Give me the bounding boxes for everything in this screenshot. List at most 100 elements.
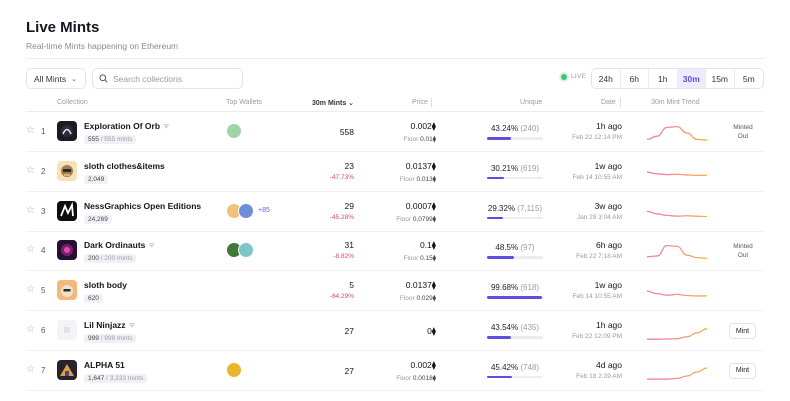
date-absolute: Feb 22 12:09 PM	[572, 333, 622, 340]
trend-sparkline	[647, 290, 707, 297]
collection-thumbnail[interactable]	[57, 320, 77, 340]
date-relative: 1w ago	[594, 160, 622, 171]
collection-thumbnail[interactable]	[57, 240, 77, 261]
rank-number: 4	[41, 246, 46, 256]
rank-number: 5	[41, 286, 46, 296]
eth-icon: ⧫	[431, 280, 436, 291]
mints-count: 558	[339, 127, 354, 137]
trend-line	[647, 245, 707, 260]
collection-name[interactable]: NessGraphics Open Editions	[84, 201, 201, 211]
mint-button[interactable]: Mint	[729, 323, 756, 339]
collection-thumbnail[interactable]	[57, 200, 77, 221]
wallets-more-count[interactable]: +85	[258, 207, 270, 214]
supply-badge: 620	[84, 294, 103, 304]
tab-24h[interactable]: 24h	[592, 69, 621, 88]
star-icon[interactable]: ☆	[26, 285, 35, 295]
row-divider	[26, 389, 764, 391]
collection-thumbnail[interactable]	[57, 160, 77, 181]
table-row[interactable]: ☆ 2 sloth clothes&items 2,049 23 -47.73% …	[0, 152, 790, 192]
time-range-tabs: 24h 6h 1h 30m 15m 5m	[591, 68, 764, 89]
mints-count: 27	[344, 365, 354, 376]
unique-progress-fill	[487, 296, 543, 299]
floor-amount: 0.01	[420, 136, 433, 143]
date-absolute: Feb 14 10:55 AM	[572, 293, 622, 301]
collection-name-wrap: ALPHA 51	[84, 360, 125, 370]
col-header-price[interactable]: Price	[412, 99, 428, 106]
tab-30m[interactable]: 30m	[677, 69, 706, 88]
table-row[interactable]: ☆ 4 Dark Ordinauts ᯤ 200 / 200 mints 31 -…	[0, 231, 790, 272]
table-row[interactable]: ☆ 5 sloth body 620 5 -64.29% 0.0137⧫ Floo…	[0, 271, 790, 312]
supply-total: / 200 mints	[100, 255, 133, 263]
star-icon[interactable]: ☆	[26, 325, 35, 335]
collection-name[interactable]: Dark Ordinauts	[84, 240, 145, 250]
col-header-mints[interactable]: 30m Mints ⌄	[312, 99, 354, 107]
unique-percent: 45.42%	[490, 362, 519, 372]
wallet-avatar[interactable]	[226, 123, 242, 139]
unique-count: (97)	[520, 243, 535, 253]
trend-line	[647, 171, 707, 176]
col-header-date[interactable]: Date	[601, 99, 616, 106]
wallet-avatar[interactable]	[238, 242, 254, 259]
date-relative: 6h ago	[596, 240, 622, 251]
mint-button[interactable]: Mint	[729, 362, 756, 379]
star-icon[interactable]: ☆	[26, 205, 35, 216]
unique-progress-fill	[487, 256, 515, 259]
star-icon[interactable]: ☆	[26, 126, 35, 136]
unique-count: (619)	[520, 163, 540, 173]
wallet-avatar[interactable]	[226, 361, 242, 378]
search-input[interactable]	[113, 73, 233, 84]
price-cell: 0.0007⧫ Floor 0.0799⧫	[396, 201, 436, 223]
unique-progress-bar	[487, 176, 543, 180]
floor-price: Floor 0.15⧫	[403, 255, 437, 263]
collection-thumbnail[interactable]	[57, 359, 77, 380]
table-row[interactable]: ☆ 3 NessGraphics Open Editions 24,269 +85…	[0, 192, 790, 232]
eth-icon: ⧫	[432, 175, 436, 183]
trend-sparkline	[647, 245, 707, 260]
mints-cell: 27	[345, 326, 354, 336]
tab-5m[interactable]: 5m	[735, 69, 764, 88]
wallet-avatar[interactable]	[238, 202, 254, 219]
floor-amount: 0.029	[416, 295, 433, 303]
collection-thumbnail[interactable]	[57, 121, 77, 141]
price-amount: 0.0137	[405, 280, 432, 291]
unique-percent: 29.32%	[487, 203, 516, 213]
supply-total-value: 999 mints	[104, 335, 133, 342]
collection-thumbnail[interactable]	[57, 280, 77, 301]
chevron-down-icon: ⌄	[71, 75, 77, 83]
unique-percent: 43.24%	[490, 124, 519, 133]
mints-count: 5	[349, 280, 354, 291]
star-icon[interactable]: ☆	[26, 364, 35, 375]
table-row[interactable]: ☆ 7 ALPHA 51 1,647 / 3,333 mints 27 0.002…	[0, 351, 790, 391]
table-row[interactable]: ☆ 1 Exploration Of Orb ᯤ 555 / 555 mints …	[0, 112, 790, 152]
star-icon[interactable]: ☆	[26, 245, 35, 255]
collection-name[interactable]: Lil Ninjazz	[84, 320, 126, 330]
supply-total: / 3,333 mints	[106, 374, 144, 382]
col-header-collection[interactable]: Collection	[57, 99, 88, 106]
price-cell: 0.0137⧫ Floor 0.029⧫	[400, 280, 436, 302]
mints-count: 31	[344, 240, 354, 251]
eth-icon: ⧫	[432, 136, 436, 143]
trend-line	[647, 210, 707, 217]
supply-total: / 555 mints	[100, 136, 133, 143]
tab-15m[interactable]: 15m	[706, 69, 735, 88]
collection-name[interactable]: Exploration Of Orb	[84, 121, 160, 131]
col-header-unique[interactable]: Unique	[520, 99, 542, 106]
column-separator	[620, 98, 621, 107]
mints-filter-dropdown[interactable]: All Mints ⌄	[26, 68, 86, 89]
trend-sparkline	[647, 210, 707, 217]
supply-badge: 999 / 999 mints	[84, 334, 137, 343]
table-row[interactable]: ☆ 6 Lil Ninjazz ᯤ 999 / 999 mints 27 0⧫ 4…	[0, 311, 790, 351]
tab-6h[interactable]: 6h	[621, 69, 649, 88]
date-relative: 1h ago	[596, 121, 622, 131]
search-box[interactable]	[92, 68, 243, 89]
collection-name[interactable]: ALPHA 51	[84, 360, 125, 370]
unique-cell: 43.24% (240)	[487, 124, 543, 140]
col-header-trend: 30m Mint Trend	[651, 99, 700, 106]
collection-name[interactable]: sloth clothes&items	[84, 161, 165, 171]
tab-1h[interactable]: 1h	[649, 69, 678, 88]
top-wallets: +85	[226, 202, 270, 219]
collection-name[interactable]: sloth body	[84, 280, 127, 290]
price-amount: 0.002	[410, 121, 432, 131]
star-icon[interactable]: ☆	[26, 165, 35, 176]
floor-amount: 0.0799	[412, 215, 433, 223]
